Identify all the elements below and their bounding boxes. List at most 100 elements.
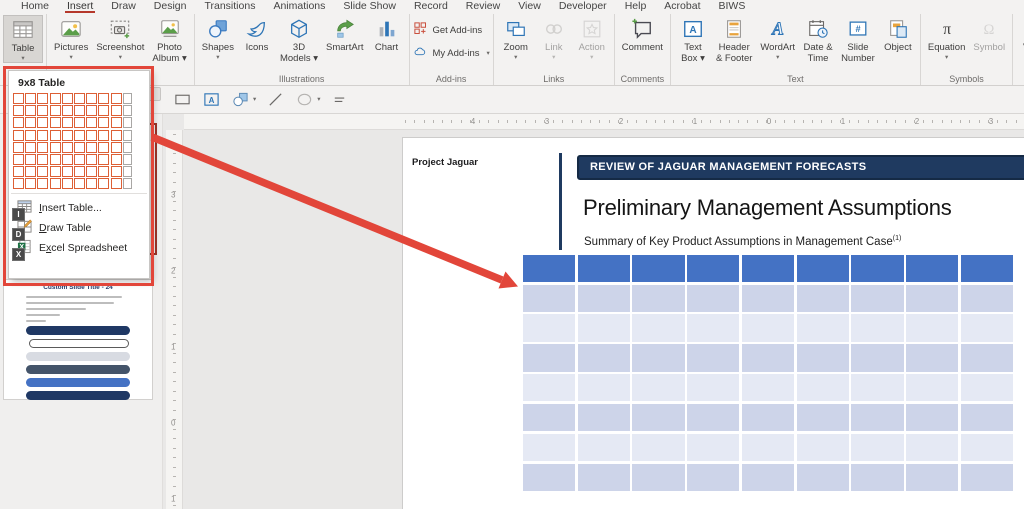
table-size-cell[interactable] (37, 117, 48, 128)
ribbon-button-video[interactable]: Video▾ (1016, 15, 1024, 61)
table-size-cell[interactable] (37, 105, 48, 116)
table-size-cell[interactable] (13, 105, 24, 116)
slide-table-cell[interactable] (742, 464, 794, 491)
slide-table[interactable] (523, 255, 1013, 491)
table-size-cell[interactable] (50, 130, 61, 141)
toolbar-rectangle-icon[interactable] (172, 89, 192, 109)
tab-review[interactable]: Review (457, 0, 509, 13)
ribbon-button-3d-models[interactable]: 3D Models ▾ (276, 15, 322, 64)
ribbon-button-get-add-ins[interactable]: Get Add-ins (413, 21, 483, 39)
table-size-cell[interactable] (111, 178, 122, 189)
ribbon-button-zoom[interactable]: Zoom▾ (497, 15, 535, 61)
table-size-cell[interactable] (50, 142, 61, 153)
ribbon-button-action[interactable]: Action▾ (573, 15, 611, 61)
table-size-cell[interactable] (74, 154, 85, 165)
table-size-cell[interactable] (98, 154, 109, 165)
table-size-cell[interactable] (86, 154, 97, 165)
table-size-cell[interactable] (86, 142, 97, 153)
table-size-cell[interactable] (25, 142, 36, 153)
table-size-cell[interactable] (74, 130, 85, 141)
tab-animations[interactable]: Animations (264, 0, 334, 13)
table-size-cell[interactable] (13, 142, 24, 153)
slide-table-header-cell[interactable] (797, 255, 849, 282)
slide-table-cell[interactable] (578, 314, 630, 341)
ribbon-button-text-box[interactable]: AText Box ▾ (674, 15, 712, 64)
slide-table-cell[interactable] (687, 404, 739, 431)
slide-table-cell[interactable] (851, 464, 903, 491)
table-size-cell[interactable] (111, 117, 122, 128)
slide-table-header-cell[interactable] (523, 255, 575, 282)
table-size-cell[interactable] (86, 166, 97, 177)
slide-table-cell[interactable] (687, 374, 739, 401)
table-size-cell[interactable] (111, 142, 122, 153)
slide-table-cell[interactable] (906, 434, 958, 461)
table-size-cell[interactable] (98, 178, 109, 189)
slide-table-cell[interactable] (906, 285, 958, 312)
tab-design[interactable]: Design (145, 0, 196, 13)
ribbon-button-object[interactable]: Object (879, 15, 917, 54)
slide-table-cell[interactable] (906, 344, 958, 371)
table-size-cell[interactable] (50, 154, 61, 165)
table-size-cell[interactable] (13, 130, 24, 141)
slide-table-cell[interactable] (687, 434, 739, 461)
ribbon-button-screenshot[interactable]: Screenshot▾ (92, 15, 148, 61)
slide-canvas[interactable]: Project Jaguar REVIEW OF JAGUAR MANAGEME… (403, 138, 1024, 509)
menu-item-excel-spreadsheet[interactable]: XXExcel Spreadsheet (9, 238, 149, 258)
slide-table-cell[interactable] (687, 464, 739, 491)
toolbar-more-icon[interactable] (330, 89, 350, 109)
table-size-cell[interactable] (74, 166, 85, 177)
toolbar-text-box-small-icon[interactable]: A (201, 89, 221, 109)
slide-table-cell[interactable] (742, 314, 794, 341)
table-size-cell[interactable] (62, 178, 73, 189)
table-size-cell[interactable] (25, 93, 36, 104)
slide-table-cell[interactable] (523, 404, 575, 431)
table-size-cell[interactable] (50, 105, 61, 116)
ribbon-button-wordart[interactable]: AWordArt▾ (756, 15, 799, 61)
slide-table-cell[interactable] (906, 464, 958, 491)
table-size-cell[interactable] (123, 178, 132, 189)
table-size-cell[interactable] (111, 105, 122, 116)
slide-table-cell[interactable] (797, 434, 849, 461)
slide-table-cell[interactable] (578, 404, 630, 431)
table-size-cell[interactable] (37, 154, 48, 165)
table-size-cell[interactable] (111, 154, 122, 165)
slide-eyebrow-text[interactable]: Project Jaguar (412, 157, 478, 168)
ribbon-button-pictures[interactable]: Pictures▾ (50, 15, 92, 61)
tab-view[interactable]: View (509, 0, 550, 13)
slide-table-cell[interactable] (742, 374, 794, 401)
ribbon-button-shapes[interactable]: Shapes▾ (198, 15, 238, 61)
table-size-cell[interactable] (74, 178, 85, 189)
table-size-cell[interactable] (13, 178, 24, 189)
slide-table-cell[interactable] (632, 464, 684, 491)
slide-table-cell[interactable] (797, 404, 849, 431)
slide-table-cell[interactable] (961, 285, 1013, 312)
slide-table-cell[interactable] (632, 404, 684, 431)
tab-developer[interactable]: Developer (550, 0, 616, 13)
chevron-down-icon[interactable]: ▾ (253, 95, 256, 103)
table-size-cell[interactable] (50, 93, 61, 104)
slide-table-cell[interactable] (961, 314, 1013, 341)
slide-banner[interactable]: REVIEW OF JAGUAR MANAGEMENT FORECASTS (577, 155, 1024, 180)
table-size-cell[interactable] (111, 166, 122, 177)
table-size-cell[interactable] (74, 117, 85, 128)
slide-table-cell[interactable] (523, 464, 575, 491)
tab-record[interactable]: Record (405, 0, 457, 13)
table-size-cell[interactable] (62, 93, 73, 104)
slide-table-cell[interactable] (578, 285, 630, 312)
slide-table-cell[interactable] (851, 374, 903, 401)
slide-table-cell[interactable] (578, 464, 630, 491)
ribbon-button-my-add-ins[interactable]: My Add-ins▾ (413, 44, 490, 62)
tab-acrobat[interactable]: Acrobat (655, 0, 709, 13)
slide-table-cell[interactable] (961, 344, 1013, 371)
ribbon-button-symbol[interactable]: ΩSymbol (969, 15, 1009, 54)
table-size-cell[interactable] (13, 154, 24, 165)
table-size-cell[interactable] (74, 142, 85, 153)
chevron-down-icon[interactable]: ▾ (317, 95, 320, 103)
table-size-cell[interactable] (25, 105, 36, 116)
table-size-cell[interactable] (62, 117, 73, 128)
slide-table-cell[interactable] (523, 374, 575, 401)
table-size-cell[interactable] (50, 178, 61, 189)
table-size-cell[interactable] (37, 178, 48, 189)
slide-table-cell[interactable] (578, 344, 630, 371)
slide-table-header-cell[interactable] (578, 255, 630, 282)
